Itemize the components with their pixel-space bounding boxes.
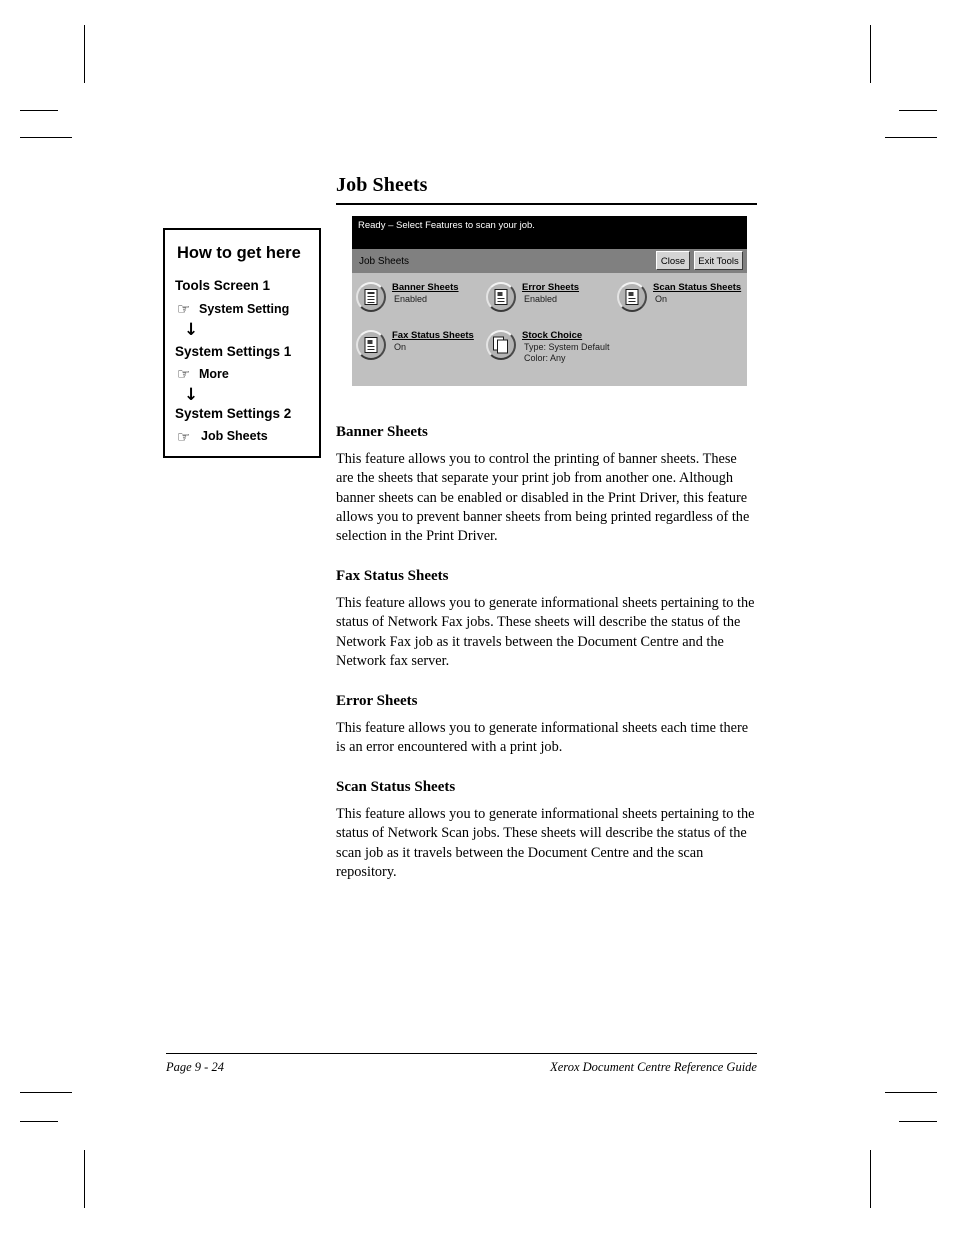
feature-value: On: [655, 294, 668, 304]
section-scan-status-sheets: Scan Status Sheets This feature allows y…: [336, 779, 757, 882]
crop-mark-bottom-right-horizontal-2: [899, 1121, 937, 1122]
paper-stack-icon: [486, 330, 516, 360]
down-arrow-icon: ↓: [184, 320, 199, 340]
section-body: This feature allows you to control the p…: [336, 451, 750, 545]
feature-text: Banner Sheets Enabled: [392, 282, 496, 305]
feature-stock-choice[interactable]: Stock Choice Type: System Default Color:…: [486, 330, 626, 376]
feature-error-sheets[interactable]: Error Sheets Enabled: [486, 282, 626, 328]
ui-status-bar: Ready – Select Features to scan your job…: [352, 216, 747, 249]
crop-mark-top-left-vertical: [84, 25, 85, 83]
crop-mark-top-right-horizontal-2: [885, 137, 937, 138]
crop-mark-top-left-horizontal-2: [20, 137, 72, 138]
crop-mark-bottom-left-horizontal-1: [20, 1092, 72, 1093]
section-body: This feature allows you to generate info…: [336, 720, 749, 756]
feature-value: Enabled: [524, 294, 558, 304]
howto-screen-3: System Settings 2: [175, 406, 292, 421]
feature-label: Stock Choice: [522, 330, 583, 341]
howto-item-3: Job Sheets: [201, 429, 268, 443]
crop-mark-bottom-right-vertical: [870, 1150, 871, 1208]
section-body: This feature allows you to generate info…: [336, 595, 755, 669]
feature-text: Stock Choice Type: System Default Color:…: [522, 330, 626, 364]
hand-pointer-icon: ☞: [177, 300, 191, 318]
howto-item-1: System Setting: [199, 302, 290, 316]
exit-tools-button[interactable]: Exit Tools: [694, 251, 743, 270]
feature-label: Banner Sheets: [392, 282, 459, 293]
section-heading: Banner Sheets: [336, 424, 428, 440]
feature-value-color: Color: Any: [524, 353, 566, 363]
section-heading: Error Sheets: [336, 693, 418, 709]
section-error-sheets: Error Sheets This feature allows you to …: [336, 693, 757, 758]
crop-mark-top-right-horizontal-1: [899, 110, 937, 111]
feature-label: Fax Status Sheets: [392, 330, 474, 341]
hand-pointer-icon: ☞: [177, 365, 191, 383]
footer-rule: [166, 1053, 757, 1054]
document-icon: [356, 282, 386, 312]
page-title: Job Sheets: [336, 174, 428, 196]
section-fax-status-sheets: Fax Status Sheets This feature allows yo…: [336, 568, 757, 671]
page-title-rule: [336, 203, 757, 205]
ui-status-message: Ready – Select Features to scan your job…: [358, 220, 535, 231]
section-body: This feature allows you to generate info…: [336, 806, 755, 880]
feature-label: Error Sheets: [522, 282, 580, 293]
how-to-get-here-title: How to get here: [177, 244, 301, 262]
feature-banner-sheets[interactable]: Banner Sheets Enabled: [356, 282, 496, 328]
ui-feature-grid: Banner Sheets Enabled Error Sheets Enabl…: [352, 273, 747, 386]
footer-page-number: Page 9 - 24: [166, 1060, 224, 1074]
hand-pointer-icon: ☞: [177, 428, 191, 446]
crop-mark-bottom-left-horizontal-2: [20, 1121, 58, 1122]
howto-item-2: More: [199, 367, 229, 381]
feature-text: Error Sheets Enabled: [522, 282, 626, 305]
down-arrow-icon: ↓: [184, 385, 199, 405]
feature-text: Scan Status Sheets On: [653, 282, 747, 305]
fax-sheet-icon: [356, 330, 386, 360]
ui-screen-title: Job Sheets: [359, 256, 410, 267]
crop-mark-top-right-vertical: [870, 25, 871, 83]
feature-value-type: Type: System Default: [524, 342, 610, 352]
footer-guide-title: Xerox Document Centre Reference Guide: [550, 1060, 757, 1074]
scan-sheet-icon: [617, 282, 647, 312]
how-to-get-here-box: How to get here Tools Screen 1 ☞ System …: [163, 228, 321, 458]
feature-scan-status-sheets[interactable]: Scan Status Sheets On: [617, 282, 747, 328]
feature-label: Scan Status Sheets: [653, 282, 742, 293]
device-ui-screenshot: Ready – Select Features to scan your job…: [352, 216, 747, 386]
feature-value: On: [394, 342, 407, 352]
crop-mark-bottom-left-vertical: [84, 1150, 85, 1208]
section-heading: Scan Status Sheets: [336, 779, 456, 795]
error-sheet-icon: [486, 282, 516, 312]
crop-mark-bottom-right-horizontal-1: [885, 1092, 937, 1093]
feature-fax-status-sheets[interactable]: Fax Status Sheets On: [356, 330, 496, 376]
ui-title-bar: Job Sheets Close Exit Tools: [352, 249, 747, 273]
howto-screen-1: Tools Screen 1: [175, 278, 271, 293]
close-button[interactable]: Close: [656, 251, 690, 270]
feature-text: Fax Status Sheets On: [392, 330, 496, 353]
section-heading: Fax Status Sheets: [336, 568, 449, 584]
feature-value: Enabled: [394, 294, 428, 304]
howto-screen-2: System Settings 1: [175, 344, 292, 359]
crop-mark-top-left-horizontal-1: [20, 110, 58, 111]
section-banner-sheets: Banner Sheets This feature allows you to…: [336, 424, 757, 546]
